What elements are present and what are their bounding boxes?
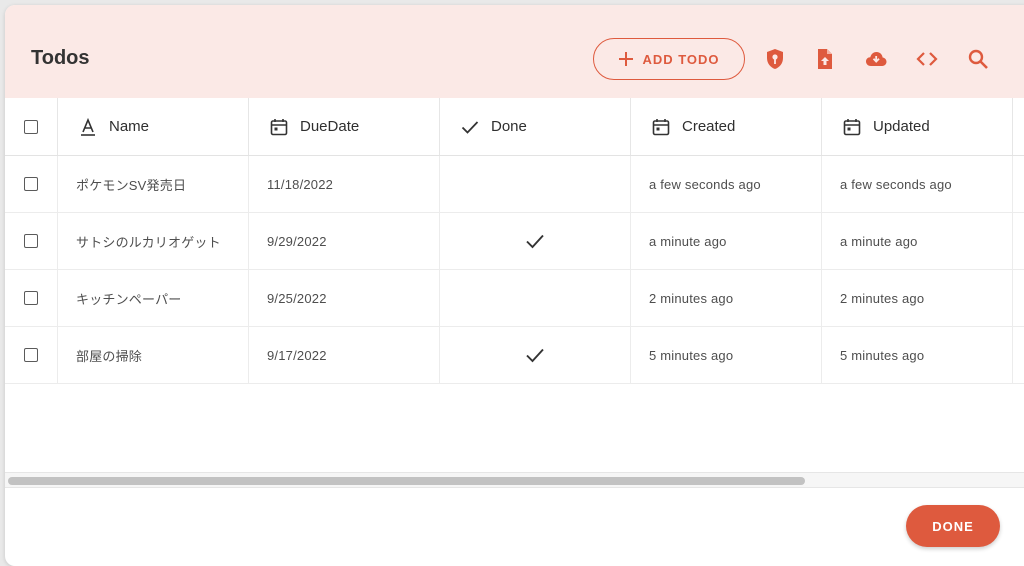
cell-text: 2 minutes ago	[649, 290, 734, 306]
cell-done[interactable]	[440, 156, 631, 212]
cell-name[interactable]: 部屋の掃除	[58, 327, 249, 383]
cell-done[interactable]	[440, 270, 631, 326]
cell-text: サトシのルカリオゲット	[76, 234, 221, 250]
cell-text: 11/18/2022	[267, 176, 334, 192]
cell-text: 部屋の掃除	[76, 348, 143, 364]
row-select-cell	[5, 156, 58, 212]
table-row[interactable]: ポケモンSV発売日 11/18/2022 a few seconds ago a…	[5, 156, 1024, 213]
cell-duedate[interactable]: 11/18/2022	[249, 156, 440, 212]
row-checkbox[interactable]	[24, 348, 38, 362]
cell-text: a minute ago	[840, 233, 918, 249]
cell-duedate[interactable]: 9/17/2022	[249, 327, 440, 383]
column-label: Name	[109, 118, 150, 135]
checkmark-icon	[526, 348, 544, 363]
cell-done[interactable]	[440, 213, 631, 269]
column-header-done[interactable]: Done	[440, 98, 631, 155]
cell-created[interactable]: 2 minutes ago	[631, 270, 822, 326]
shield-key-icon[interactable]	[761, 45, 789, 73]
calendar-icon	[269, 117, 289, 137]
row-checkbox[interactable]	[24, 234, 38, 248]
select-all-checkbox[interactable]	[24, 119, 38, 134]
row-select-cell	[5, 327, 58, 383]
cell-name[interactable]: ポケモンSV発売日	[58, 156, 249, 212]
cell-created[interactable]: 5 minutes ago	[631, 327, 822, 383]
column-header-duedate[interactable]: DueDate	[249, 98, 440, 155]
cell-text: 2 minutes ago	[840, 290, 925, 306]
cell-updated[interactable]: 2 minutes ago	[822, 270, 1013, 326]
column-header-created[interactable]: Created	[631, 98, 822, 155]
cell-created[interactable]: a few seconds ago	[631, 156, 822, 212]
column-label: Updated	[873, 118, 930, 135]
file-upload-icon[interactable]	[811, 45, 839, 73]
calendar-icon	[651, 117, 671, 137]
cell-updated[interactable]: a minute ago	[822, 213, 1013, 269]
column-header-name[interactable]: Name	[58, 98, 249, 155]
checkmark-icon	[526, 234, 544, 249]
add-todo-label: ADD TODO	[642, 51, 720, 67]
text-format-icon	[78, 117, 98, 137]
cell-text: ポケモンSV発売日	[76, 177, 187, 193]
checkmark-icon	[460, 117, 480, 137]
cell-text: 5 minutes ago	[649, 347, 734, 363]
cell-text: キッチンペーパー	[76, 291, 182, 307]
dialog-header: Todos ADD TODO	[5, 5, 1024, 98]
cell-updated[interactable]: a few seconds ago	[822, 156, 1013, 212]
search-icon[interactable]	[964, 45, 992, 73]
scrollbar-thumb[interactable]	[8, 477, 805, 485]
select-all-cell	[5, 98, 58, 155]
cell-text: a few seconds ago	[649, 176, 761, 192]
cell-updated[interactable]: 5 minutes ago	[822, 327, 1013, 383]
cell-text: a minute ago	[649, 233, 727, 249]
table-row[interactable]: キッチンペーパー 9/25/2022 2 minutes ago 2 minut…	[5, 270, 1024, 327]
table-row[interactable]: サトシのルカリオゲット 9/29/2022 a minute ago a min…	[5, 213, 1024, 270]
cell-created[interactable]: a minute ago	[631, 213, 822, 269]
calendar-icon	[842, 117, 862, 137]
cell-duedate[interactable]: 9/25/2022	[249, 270, 440, 326]
code-icon[interactable]	[913, 45, 941, 73]
horizontal-scrollbar[interactable]	[5, 472, 1024, 488]
page-title: Todos	[31, 47, 90, 69]
cloud-download-icon[interactable]	[862, 45, 890, 73]
cell-name[interactable]: キッチンペーパー	[58, 270, 249, 326]
row-select-cell	[5, 213, 58, 269]
column-label: Done	[491, 118, 527, 135]
row-select-cell	[5, 270, 58, 326]
cell-text: 5 minutes ago	[840, 347, 925, 363]
plus-icon	[619, 52, 634, 66]
row-checkbox[interactable]	[24, 177, 38, 191]
cell-text: 9/17/2022	[267, 347, 327, 363]
table-row[interactable]: 部屋の掃除 9/17/2022 5 minutes ago 5 minutes …	[5, 327, 1024, 384]
grid-header-row: Name DueDate Done Created Updated	[5, 98, 1024, 156]
cell-done[interactable]	[440, 327, 631, 383]
column-header-updated[interactable]: Updated	[822, 98, 1013, 155]
column-label: Created	[682, 118, 736, 135]
add-todo-button[interactable]: ADD TODO	[593, 38, 745, 80]
done-button[interactable]: DONE	[906, 505, 1000, 547]
cell-name[interactable]: サトシのルカリオゲット	[58, 213, 249, 269]
cell-text: 9/29/2022	[267, 233, 327, 249]
row-checkbox[interactable]	[24, 291, 38, 305]
cell-text: a few seconds ago	[840, 176, 952, 192]
cell-duedate[interactable]: 9/29/2022	[249, 213, 440, 269]
column-label: DueDate	[300, 118, 360, 135]
cell-text: 9/25/2022	[267, 290, 327, 306]
todos-dialog: Todos ADD TODO Name DueDate Done Created…	[5, 5, 1024, 566]
